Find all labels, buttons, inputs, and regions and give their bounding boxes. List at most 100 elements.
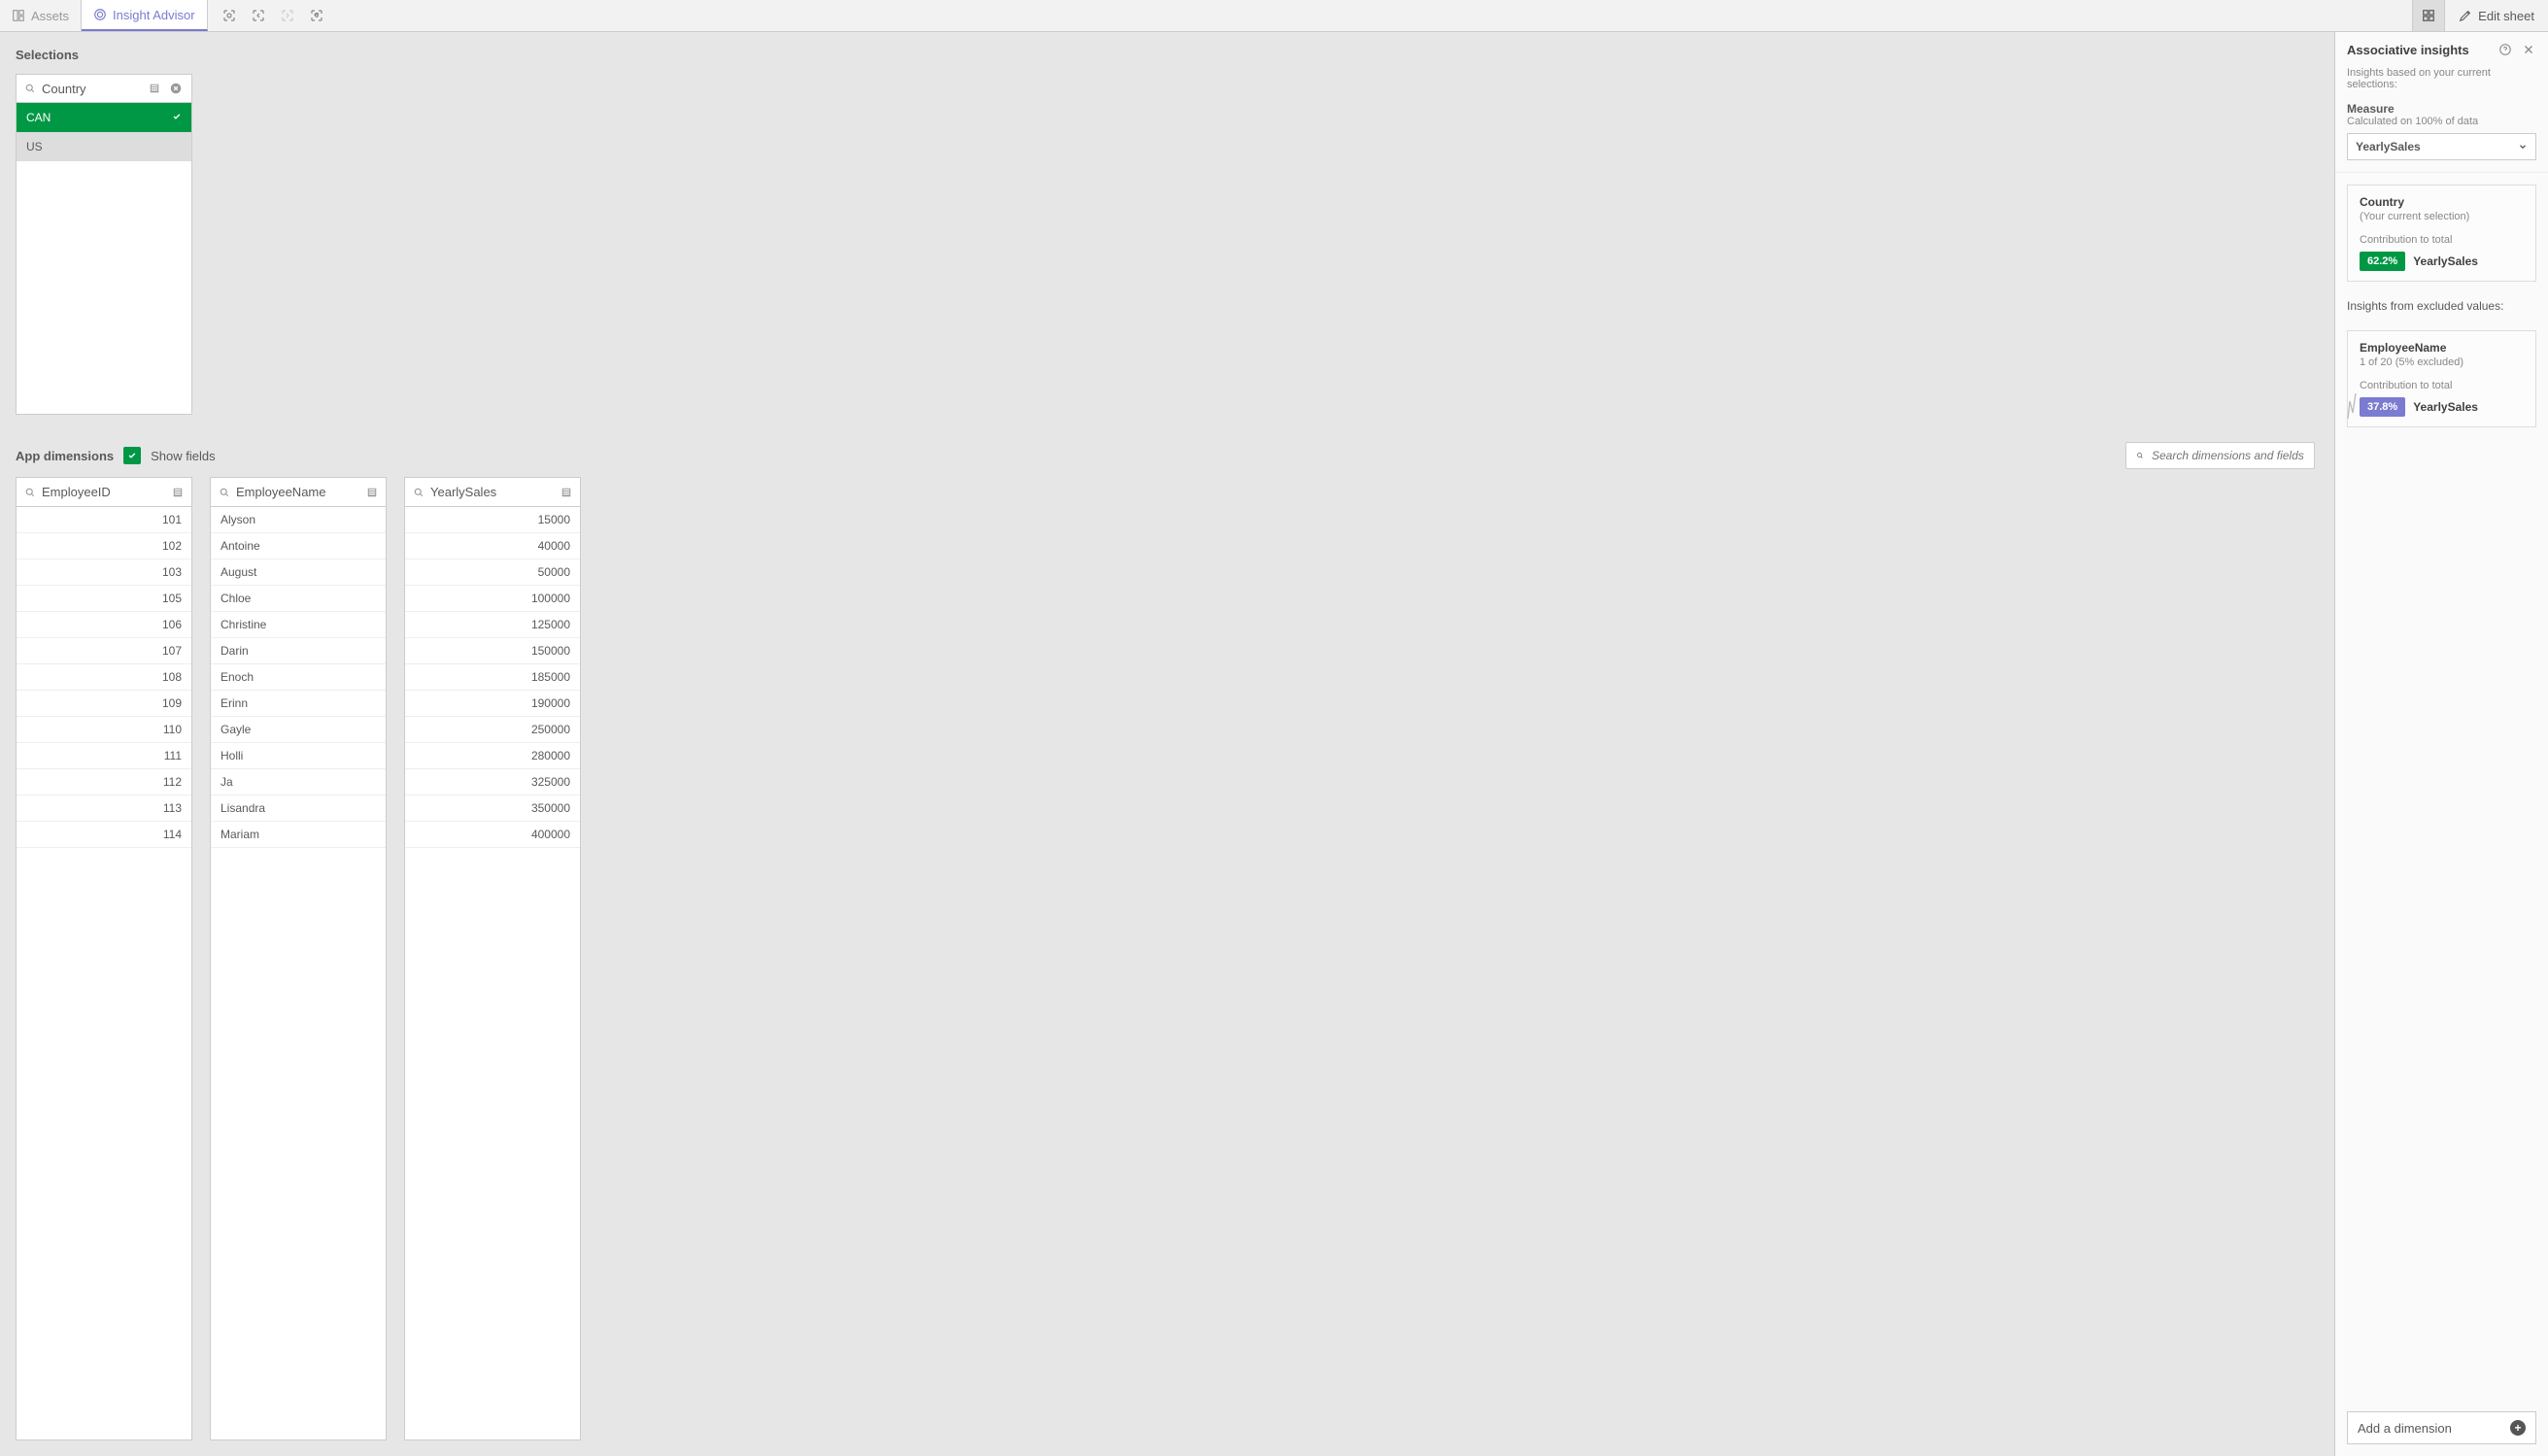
search-icon[interactable]	[219, 487, 230, 498]
insight-excluded-sub: 1 of 20 (5% excluded)	[2360, 356, 2524, 368]
list-item[interactable]: Enoch	[211, 664, 386, 691]
list-item[interactable]: 107	[17, 638, 191, 664]
insights-excluded-title: Insights from excluded values:	[2335, 293, 2548, 319]
sparkline-icon	[2346, 391, 2363, 421]
list-item[interactable]: 101	[17, 507, 191, 533]
measure-label: Measure	[2347, 102, 2536, 116]
field-list-box: EmployeeID 101102103105106107108109110111…	[16, 477, 192, 1440]
list-icon[interactable]	[366, 487, 378, 498]
list-item[interactable]: 250000	[405, 717, 580, 743]
list-item[interactable]: 105	[17, 586, 191, 612]
tab-assets[interactable]: Assets	[0, 0, 82, 31]
list-item[interactable]: Gayle	[211, 717, 386, 743]
list-item[interactable]: Antoine	[211, 533, 386, 559]
show-fields-label: Show fields	[151, 449, 215, 463]
clear-icon[interactable]	[168, 81, 184, 96]
list-item[interactable]: 106	[17, 612, 191, 638]
insight-excluded-contr: Contribution to total	[2360, 380, 2524, 391]
list-item[interactable]: 110	[17, 717, 191, 743]
list-item[interactable]: 113	[17, 796, 191, 822]
list-item[interactable]: 350000	[405, 796, 580, 822]
app-dimensions-title: App dimensions	[16, 449, 114, 463]
selections-title: Selections	[16, 48, 2319, 62]
search-dimensions-input[interactable]	[2152, 449, 2304, 462]
list-item[interactable]: 190000	[405, 691, 580, 717]
measure-select[interactable]: YearlySales	[2347, 133, 2536, 160]
list-item[interactable]: 112	[17, 769, 191, 796]
list-item[interactable]: 125000	[405, 612, 580, 638]
smart-search-icon[interactable]	[216, 2, 243, 29]
add-dimension-label: Add a dimension	[2358, 1421, 2452, 1436]
chevron-down-icon	[2518, 142, 2528, 152]
list-item[interactable]: 40000	[405, 533, 580, 559]
insight-current-contr: Contribution to total	[2360, 234, 2524, 246]
measure-select-value: YearlySales	[2356, 140, 2421, 153]
tab-insight-advisor[interactable]: Insight Advisor	[82, 0, 208, 31]
insight-current-badge: 62.2%	[2360, 252, 2405, 271]
insight-excluded-badge: 37.8%	[2360, 397, 2405, 417]
list-icon[interactable]	[561, 487, 572, 498]
insight-advisor-icon	[93, 8, 107, 21]
grid-layout-toggle[interactable]	[2412, 0, 2444, 31]
insights-subtitle: Insights based on your current selection…	[2335, 67, 2548, 102]
list-icon[interactable]	[172, 487, 184, 498]
list-item[interactable]: Darin	[211, 638, 386, 664]
field-list-name: EmployeeID	[42, 485, 166, 499]
insight-current-sub: (Your current selection)	[2360, 211, 2524, 222]
insight-card-excluded[interactable]: EmployeeName 1 of 20 (5% excluded) Contr…	[2347, 330, 2536, 427]
list-item[interactable]: Ja	[211, 769, 386, 796]
plus-icon: +	[2510, 1420, 2526, 1436]
selection-field-box: Country CANUS	[16, 74, 192, 415]
step-forward-icon	[274, 2, 301, 29]
insight-current-name: Country	[2360, 195, 2524, 209]
tab-insight-advisor-label: Insight Advisor	[113, 8, 195, 22]
help-icon[interactable]	[2497, 42, 2513, 57]
search-icon[interactable]	[413, 487, 425, 498]
list-item[interactable]: 102	[17, 533, 191, 559]
pencil-icon	[2459, 9, 2472, 22]
selection-value[interactable]: US	[17, 132, 191, 161]
list-item[interactable]: Erinn	[211, 691, 386, 717]
list-item[interactable]: 109	[17, 691, 191, 717]
insight-card-current[interactable]: Country (Your current selection) Contrib…	[2347, 185, 2536, 282]
insight-current-badge-label: YearlySales	[2413, 254, 2478, 268]
show-fields-checkbox[interactable]	[123, 447, 141, 464]
selection-value[interactable]: CAN	[17, 103, 191, 132]
list-item[interactable]: August	[211, 559, 386, 586]
close-icon[interactable]	[2521, 42, 2536, 57]
field-list-name: EmployeeName	[236, 485, 360, 499]
clear-selections-icon[interactable]	[303, 2, 330, 29]
list-icon[interactable]	[147, 81, 162, 96]
list-item[interactable]: Alyson	[211, 507, 386, 533]
list-item[interactable]: 103	[17, 559, 191, 586]
list-item[interactable]: 280000	[405, 743, 580, 769]
list-item[interactable]: 100000	[405, 586, 580, 612]
insight-excluded-badge-label: YearlySales	[2413, 400, 2478, 414]
list-item[interactable]: 108	[17, 664, 191, 691]
list-item[interactable]: Christine	[211, 612, 386, 638]
tab-assets-label: Assets	[31, 9, 69, 23]
list-item[interactable]: Mariam	[211, 822, 386, 848]
list-item[interactable]: Holli	[211, 743, 386, 769]
list-item[interactable]: 400000	[405, 822, 580, 848]
field-list-name: YearlySales	[430, 485, 555, 499]
check-icon	[172, 111, 182, 124]
insight-excluded-name: EmployeeName	[2360, 341, 2524, 355]
add-dimension-button[interactable]: Add a dimension +	[2347, 1411, 2536, 1444]
edit-sheet-label: Edit sheet	[2478, 9, 2534, 23]
edit-sheet-button[interactable]: Edit sheet	[2444, 0, 2548, 31]
list-item[interactable]: 185000	[405, 664, 580, 691]
list-item[interactable]: 50000	[405, 559, 580, 586]
list-item[interactable]: 325000	[405, 769, 580, 796]
step-back-icon[interactable]	[245, 2, 272, 29]
search-dimensions-box[interactable]	[2125, 442, 2315, 469]
search-icon[interactable]	[24, 83, 36, 94]
list-item[interactable]: 111	[17, 743, 191, 769]
list-item[interactable]: 114	[17, 822, 191, 848]
list-item[interactable]: Chloe	[211, 586, 386, 612]
list-item[interactable]: 150000	[405, 638, 580, 664]
list-item[interactable]: 15000	[405, 507, 580, 533]
list-item[interactable]: Lisandra	[211, 796, 386, 822]
search-icon[interactable]	[24, 487, 36, 498]
search-icon	[2136, 449, 2144, 462]
